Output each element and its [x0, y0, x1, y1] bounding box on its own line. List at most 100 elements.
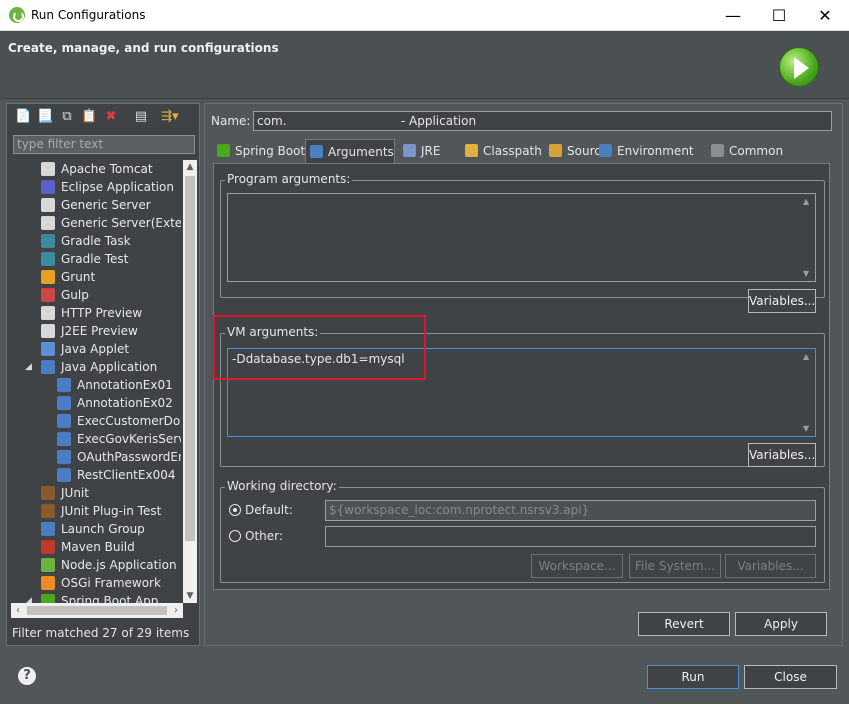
server-icon	[41, 198, 55, 212]
scroll-right-icon[interactable]: ›	[169, 603, 183, 618]
tab-classpath[interactable]: Classpath	[461, 139, 542, 163]
gulp-icon	[41, 288, 55, 302]
tab-source[interactable]: Source	[545, 139, 608, 163]
tree-item[interactable]: Gradle Test	[41, 250, 128, 268]
tree-item-label: OSGi Framework	[61, 576, 161, 590]
apply-button[interactable]: Apply	[735, 612, 827, 636]
expand-icon[interactable]: ◢	[25, 358, 32, 376]
tree-item[interactable]: Maven Build	[41, 538, 135, 556]
classpath-icon	[465, 144, 478, 157]
arguments-icon	[310, 145, 323, 158]
name-label: Name:	[211, 114, 251, 128]
vm-arguments-input[interactable]: -Ddatabase.type.db1=mysql	[227, 348, 816, 437]
tree-item[interactable]: Launch Group	[41, 520, 145, 538]
tree-item[interactable]: J2EE Preview	[41, 322, 138, 340]
configuration-tree-panel: 📄 📃 ⧉ 📋 ✖ ▤ ⇶▾ type filter text Apache T…	[6, 103, 200, 646]
filter-icon[interactable]: ⇶▾	[157, 109, 183, 125]
tree-item-label: Gradle Test	[61, 252, 129, 266]
minimize-button[interactable]: —	[710, 0, 756, 31]
workspace-button[interactable]: Workspace...	[531, 554, 623, 578]
maven-icon	[41, 540, 55, 554]
vm-variables-button[interactable]: Variables...	[748, 443, 816, 467]
help-icon[interactable]: ?	[18, 667, 36, 685]
tab-environment[interactable]: Environment	[595, 139, 703, 163]
revert-button[interactable]: Revert	[638, 612, 730, 636]
expand-icon[interactable]: ◢	[25, 592, 32, 603]
tree-item[interactable]: AnnotationEx02	[57, 394, 173, 412]
applet-icon	[41, 342, 55, 356]
export-icon[interactable]: 📋	[81, 109, 97, 125]
file-system-button[interactable]: File System...	[629, 554, 721, 578]
new-prototype-icon[interactable]: 📃	[37, 109, 53, 125]
tree-item[interactable]: ◢ Java Application	[25, 358, 157, 376]
nodejs-icon	[41, 558, 55, 572]
other-directory-field[interactable]	[325, 526, 816, 547]
duplicate-icon[interactable]: ⧉	[59, 109, 75, 125]
vm-arguments-label: VM arguments:	[225, 325, 321, 339]
tree-item-label: Launch Group	[61, 522, 145, 536]
tree-item[interactable]: Gulp	[41, 286, 89, 304]
java-app-icon	[57, 450, 71, 464]
tree-item-label: Generic Server(External	[61, 216, 181, 230]
configuration-name-input[interactable]: com. - Application	[253, 111, 832, 131]
tree-item[interactable]: ◢ Spring Boot App	[25, 592, 158, 603]
dialog-title: Create, manage, and run configurations	[8, 41, 279, 55]
tab-jre[interactable]: JRE	[399, 139, 455, 163]
filter-status: Filter matched 27 of 29 items	[12, 626, 190, 640]
scroll-thumb[interactable]	[185, 176, 195, 541]
tree-item[interactable]: Generic Server	[41, 196, 151, 214]
program-variables-button[interactable]: Variables...	[748, 289, 816, 313]
default-radio[interactable]	[229, 504, 241, 516]
collapse-all-icon[interactable]: ▤	[133, 109, 149, 125]
title-bar: Run Configurations — ☐ ✕	[0, 0, 849, 31]
tree-item[interactable]: OAuthPasswordEnco	[57, 448, 181, 466]
filter-input[interactable]: type filter text	[13, 135, 195, 154]
tree-item-label: OAuthPasswordEnco	[77, 450, 181, 464]
tree-item[interactable]: ExecGovKerisService	[57, 430, 181, 448]
spring-tool-suite-icon	[9, 7, 25, 23]
tree-item[interactable]: AnnotationEx01	[57, 376, 173, 394]
server-icon	[41, 216, 55, 230]
tree-item[interactable]: Java Applet	[41, 340, 129, 358]
tree-item[interactable]: Apache Tomcat	[41, 160, 153, 178]
tree-horizontal-scrollbar[interactable]: ‹ ›	[11, 603, 183, 618]
tree-item[interactable]: Node.js Application	[41, 556, 177, 574]
tree-item[interactable]: JUnit Plug-in Test	[41, 502, 161, 520]
working-directory-label: Working directory:	[225, 479, 339, 493]
tree-item[interactable]: JUnit	[41, 484, 89, 502]
scroll-up-icon[interactable]: ▲	[183, 160, 197, 174]
program-arguments-input[interactable]	[227, 193, 816, 282]
tree-item[interactable]: OSGi Framework	[41, 574, 161, 592]
tree-item[interactable]: RestClientEx004	[57, 466, 175, 484]
tree-item[interactable]: HTTP Preview	[41, 304, 142, 322]
java-app-icon	[41, 360, 55, 374]
scroll-left-icon[interactable]: ‹	[11, 603, 25, 618]
tab-common[interactable]: Common	[707, 139, 783, 163]
default-radio-label: Default:	[245, 503, 293, 517]
tab-spring-boot[interactable]: Spring Boot	[213, 139, 305, 163]
scroll-down-icon[interactable]: ▼	[183, 589, 197, 603]
delete-icon[interactable]: ✖	[103, 109, 119, 125]
other-radio[interactable]	[229, 530, 241, 542]
directory-variables-button[interactable]: Variables...	[725, 554, 816, 578]
close-button[interactable]: Close	[744, 665, 837, 689]
tab-arguments[interactable]: Arguments	[305, 139, 395, 163]
tree-item-label: Gradle Task	[61, 234, 131, 248]
maximize-button[interactable]: ☐	[756, 0, 802, 31]
new-launch-configuration-icon[interactable]: 📄	[15, 109, 31, 125]
default-directory-field: ${workspace_loc:com.nprotect.nsrsv3.api}	[325, 500, 816, 521]
close-window-button[interactable]: ✕	[802, 0, 848, 31]
tree-item-label: ExecCustomerDoma	[77, 414, 181, 428]
tree-item[interactable]: ExecCustomerDoma	[57, 412, 181, 430]
tree-item-label: AnnotationEx01	[77, 378, 173, 392]
run-button[interactable]: Run	[647, 665, 739, 689]
tree-item[interactable]: Gradle Task	[41, 232, 131, 250]
tree-item[interactable]: Generic Server(External	[41, 214, 181, 232]
tree-vertical-scrollbar[interactable]: ▲ ▼	[183, 160, 197, 603]
tree-item[interactable]: Grunt	[41, 268, 95, 286]
tree-item[interactable]: Eclipse Application	[41, 178, 174, 196]
working-directory-group: Working directory: Default: ${workspace_…	[220, 479, 825, 583]
tab-label: Classpath	[483, 144, 542, 158]
scroll-thumb[interactable]	[27, 606, 167, 615]
textarea-scroll-up-icon: ▲	[803, 197, 810, 206]
